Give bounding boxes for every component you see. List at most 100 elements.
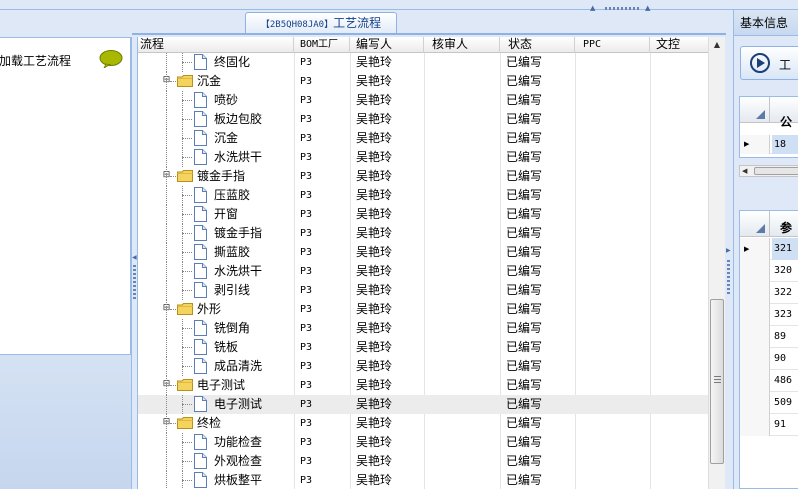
load-process-box[interactable]: 点加载工艺流程 xyxy=(0,37,131,355)
table-row[interactable]: 外观检查 P3 吴艳玲 已编写 xyxy=(138,452,708,471)
collapse-right-arrow-icon[interactable]: ▶ xyxy=(726,248,731,254)
table-row[interactable]: 沉金 P3 吴艳玲 已编写 xyxy=(138,129,708,148)
status-cell: 已编写 xyxy=(506,321,543,335)
scrollbar-thumb[interactable] xyxy=(754,167,798,175)
thumb-grip-icon xyxy=(714,376,721,384)
table-row[interactable]: 终固化 P3 吴艳玲 已编写 xyxy=(138,53,708,72)
table-row[interactable]: 成品清洗 P3 吴艳玲 已编写 xyxy=(138,357,708,376)
scroll-left-arrow-icon[interactable]: ◀ xyxy=(742,166,747,176)
row-indicator[interactable] xyxy=(740,304,770,326)
column-header-process[interactable]: 流程 xyxy=(138,37,294,53)
collapse-arrow-icon[interactable]: ▲ xyxy=(590,5,595,12)
column-header-writer[interactable]: 编写人 xyxy=(350,37,424,53)
table-row[interactable]: 功能检查 P3 吴艳玲 已编写 xyxy=(138,433,708,452)
row-indicator[interactable] xyxy=(740,370,770,392)
process-name: 板边包胶 xyxy=(214,112,263,126)
process-name: 功能检查 xyxy=(214,435,263,449)
column-header-bom-factory[interactable]: BOM工厂 xyxy=(294,37,350,53)
writer-cell: 吴艳玲 xyxy=(356,207,393,221)
parameter-row[interactable]: ▶ 321 xyxy=(740,238,798,260)
right-splitter[interactable]: ▶ xyxy=(726,10,731,489)
table-row[interactable]: 烘板整平 P3 吴艳玲 已编写 xyxy=(138,471,708,489)
table-row[interactable]: 水洗烘干 P3 吴艳玲 已编写 xyxy=(138,262,708,281)
document-icon xyxy=(194,130,207,146)
status-cell: 已编写 xyxy=(506,93,543,107)
status-cell: 已编写 xyxy=(506,245,543,259)
writer-cell: 吴艳玲 xyxy=(356,93,393,107)
table-row[interactable]: ⊟ 外形 P3 吴艳玲 已编写 xyxy=(138,300,708,319)
row-indicator[interactable] xyxy=(740,260,770,282)
bom-factory-cell: P3 xyxy=(300,95,313,106)
process-name: 剥引线 xyxy=(214,283,251,297)
info-grid-horizontal-scrollbar[interactable]: ◀ xyxy=(739,165,798,177)
table-row[interactable]: 开窗 P3 吴艳玲 已编写 xyxy=(138,205,708,224)
collapse-left-arrow-icon[interactable]: ◀ xyxy=(132,255,137,261)
scroll-up-arrow-icon[interactable]: ▲ xyxy=(709,37,725,53)
table-row[interactable]: 电子测试 P3 吴艳玲 已编写 xyxy=(138,395,708,414)
table-row[interactable]: 铣板 P3 吴艳玲 已编写 xyxy=(138,338,708,357)
bom-factory-cell: P3 xyxy=(300,437,313,448)
column-header-status[interactable]: 状态 xyxy=(500,37,575,53)
table-row[interactable]: 板边包胶 P3 吴艳玲 已编写 xyxy=(138,110,708,129)
info-grid-row[interactable]: ▶ 18 xyxy=(740,135,798,154)
row-indicator[interactable] xyxy=(740,282,770,304)
table-row[interactable]: ⊟ 镀金手指 P3 吴艳玲 已编写 xyxy=(138,167,708,186)
bom-factory-cell: P3 xyxy=(300,266,313,277)
bom-factory-cell: P3 xyxy=(300,247,313,258)
status-cell: 已编写 xyxy=(506,74,543,88)
row-indicator[interactable] xyxy=(740,326,770,348)
parameter-row[interactable]: 91 xyxy=(740,414,798,436)
document-icon xyxy=(194,149,207,165)
parameter-row[interactable]: 89 xyxy=(740,326,798,348)
table-row[interactable]: ⊟ 终检 P3 吴艳玲 已编写 xyxy=(138,414,708,433)
grid-vertical-scrollbar[interactable]: ▲ xyxy=(708,37,725,489)
folder-icon xyxy=(177,303,193,315)
process-button[interactable]: 工 xyxy=(740,46,798,80)
parameter-grid-header-label[interactable]: 参 xyxy=(780,219,792,236)
table-row[interactable]: ⊟ 电子测试 P3 吴艳玲 已编写 xyxy=(138,376,708,395)
select-all-corner-icon[interactable] xyxy=(740,97,770,123)
status-cell: 已编写 xyxy=(506,378,543,392)
current-row-arrow-icon: ▶ xyxy=(740,135,770,154)
collapse-arrow-icon[interactable]: ▲ xyxy=(645,5,650,12)
column-header-ppc[interactable]: PPC xyxy=(575,37,650,53)
parameter-row[interactable]: 486 xyxy=(740,370,798,392)
row-indicator[interactable] xyxy=(740,348,770,370)
document-icon xyxy=(194,358,207,374)
select-all-corner-icon[interactable] xyxy=(740,211,770,237)
column-header-reviewer[interactable]: 核审人 xyxy=(424,37,500,53)
parameter-row[interactable]: 90 xyxy=(740,348,798,370)
document-icon xyxy=(194,320,207,336)
table-row[interactable]: ⊟ 沉金 P3 吴艳玲 已编写 xyxy=(138,72,708,91)
info-grid-header-label[interactable]: 公 xyxy=(780,113,792,130)
status-cell: 已编写 xyxy=(506,264,543,278)
table-row[interactable]: 喷砂 P3 吴艳玲 已编写 xyxy=(138,91,708,110)
parameter-row[interactable]: 509 xyxy=(740,392,798,414)
parameter-grid: 参 ▶ 321 320 322 323 89 90 486 509 91 xyxy=(739,210,798,489)
writer-cell: 吴艳玲 xyxy=(356,416,393,430)
table-row[interactable]: 铣倒角 P3 吴艳玲 已编写 xyxy=(138,319,708,338)
status-cell: 已编写 xyxy=(506,454,543,468)
status-cell: 已编写 xyxy=(506,55,543,69)
status-cell: 已编写 xyxy=(506,150,543,164)
splitter-grip-icon[interactable] xyxy=(605,7,639,10)
parameter-row[interactable]: 323 xyxy=(740,304,798,326)
tab-process-flow[interactable]: 【2B5QH08JA0】工艺流程 xyxy=(245,12,397,34)
speech-bubble-icon[interactable] xyxy=(99,50,123,68)
row-indicator[interactable] xyxy=(740,414,770,436)
current-row-arrow-icon[interactable]: ▶ xyxy=(740,238,770,260)
row-indicator[interactable] xyxy=(740,392,770,414)
column-header-doc-control[interactable]: 文控 xyxy=(650,37,708,53)
tab-strip-border xyxy=(132,33,728,35)
table-row[interactable]: 镀金手指 P3 吴艳玲 已编写 xyxy=(138,224,708,243)
bom-factory-cell: P3 xyxy=(300,380,313,391)
table-row[interactable]: 水洗烘干 P3 吴艳玲 已编写 xyxy=(138,148,708,167)
table-row[interactable]: 压蓝胶 P3 吴艳玲 已编写 xyxy=(138,186,708,205)
tree-connector xyxy=(182,271,192,272)
parameter-row[interactable]: 322 xyxy=(740,282,798,304)
parameter-row[interactable]: 320 xyxy=(740,260,798,282)
document-icon xyxy=(194,339,207,355)
scrollbar-thumb[interactable] xyxy=(710,299,724,464)
table-row[interactable]: 撕蓝胶 P3 吴艳玲 已编写 xyxy=(138,243,708,262)
table-row[interactable]: 剥引线 P3 吴艳玲 已编写 xyxy=(138,281,708,300)
